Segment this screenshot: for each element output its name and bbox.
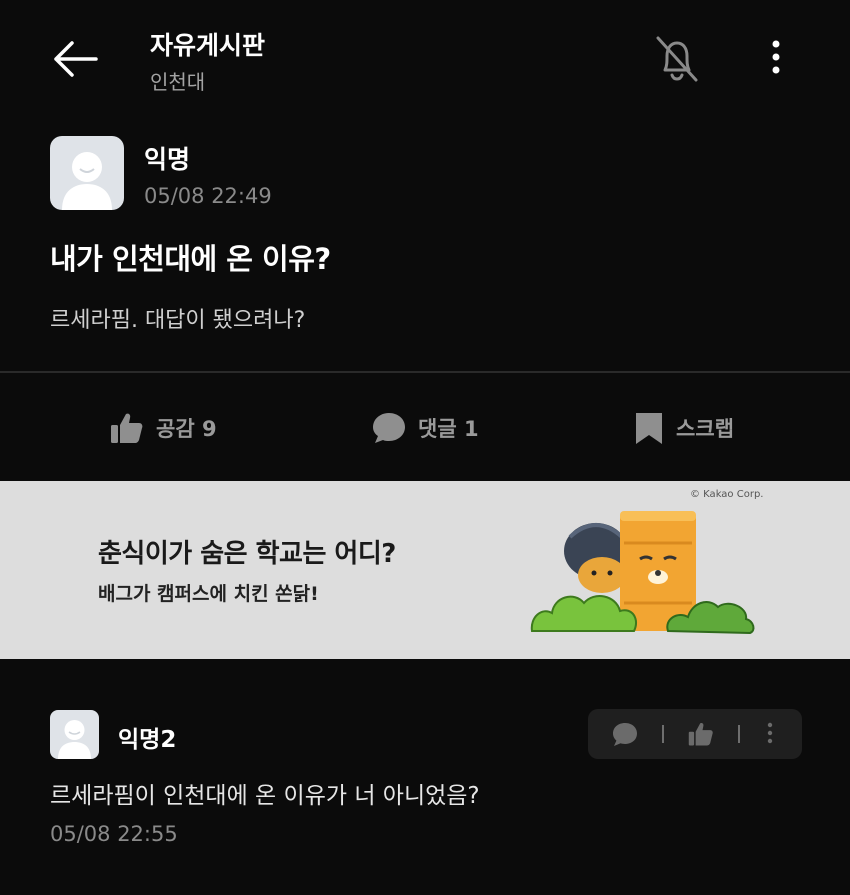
ad-banner[interactable]: 춘식이가 숨은 학교는 어디? 배그가 캠퍼스에 치킨 쏜닭! © Kakao … (0, 481, 850, 659)
notification-toggle-button[interactable] (650, 34, 704, 84)
more-vertical-icon (767, 722, 773, 744)
bookmark-icon (636, 413, 662, 444)
author-name: 익명 (144, 145, 191, 174)
avatar (50, 710, 99, 759)
thumbs-up-icon (688, 723, 713, 746)
more-options-button[interactable] (760, 36, 792, 82)
scrap-label: 스크랩 (676, 417, 734, 441)
arrow-left-icon (54, 41, 98, 77)
comment-more-button[interactable] (760, 721, 780, 751)
banner-subtitle: 배그가 캠퍼스에 치킨 쏜닭! (98, 583, 319, 605)
anonymous-avatar-icon (58, 720, 91, 759)
top-bar: 자유게시판 인천대 (0, 0, 850, 120)
like-button[interactable]: 공감 9 (110, 411, 217, 445)
character-illustration (530, 511, 755, 635)
board-title: 자유게시판 (150, 31, 266, 60)
bell-off-icon (656, 36, 698, 82)
divider (738, 725, 740, 743)
comment-body: 르세라핌이 인천대에 온 이유가 너 아니었음? (50, 783, 480, 809)
post-timestamp: 05/08 22:49 (144, 184, 272, 208)
comment-author: 익명2 (118, 727, 177, 753)
banner-credit: © Kakao Corp. (690, 489, 764, 500)
banner-title: 춘식이가 숨은 학교는 어디? (98, 539, 396, 569)
post-actions: 공감 9 댓글 1 스크랩 (0, 373, 850, 481)
post-title: 내가 인천대에 온 이유? (50, 242, 331, 276)
scrap-button[interactable]: 스크랩 (634, 411, 734, 445)
post-body: 르세라핌. 대답이 됐으려나? (50, 308, 306, 333)
reply-button[interactable] (612, 721, 638, 751)
speech-bubble-icon (373, 413, 405, 443)
more-vertical-icon (772, 40, 780, 74)
comment-toolbar (588, 709, 802, 759)
thumbs-up-icon (111, 413, 143, 443)
divider (662, 725, 664, 743)
avatar (50, 136, 124, 210)
board-subtitle: 인천대 (150, 70, 206, 94)
comment-button[interactable]: 댓글 1 (372, 411, 479, 445)
comment-like-button[interactable] (688, 721, 714, 751)
back-button[interactable] (50, 36, 100, 82)
like-count-label: 공감 9 (156, 417, 217, 441)
comment-timestamp: 05/08 22:55 (50, 822, 178, 846)
comment-count-label: 댓글 1 (418, 417, 479, 441)
anonymous-avatar-icon (62, 152, 112, 210)
speech-bubble-icon (613, 723, 637, 746)
